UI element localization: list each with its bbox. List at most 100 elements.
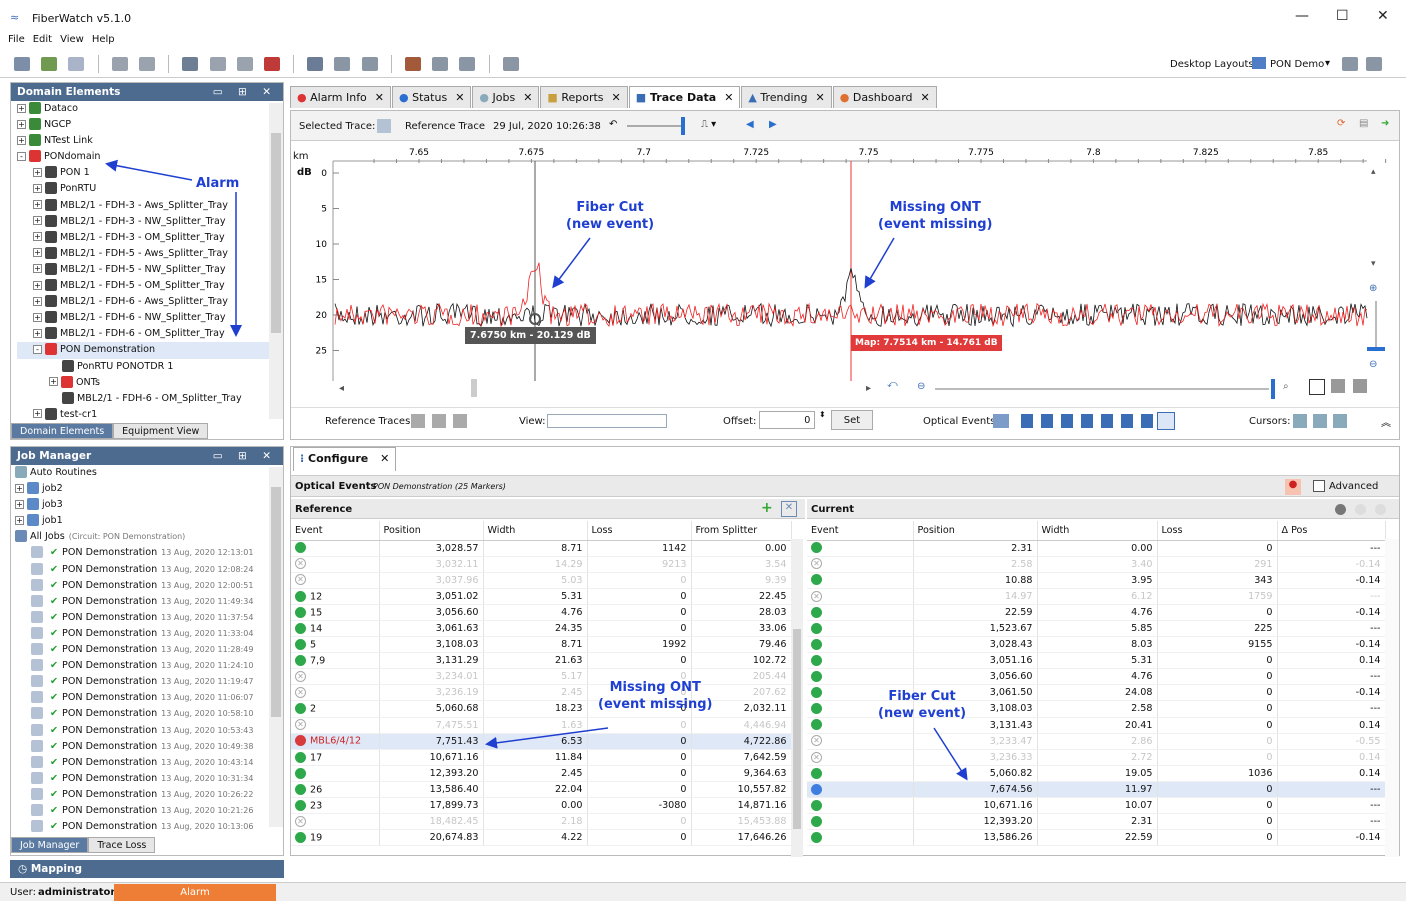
table-row[interactable]: 2 5,060.68 18.23 0 2,032.11 [291,700,792,718]
tab-domain-elements[interactable]: Domain Elements [11,423,114,439]
table-row[interactable]: 23 17,899.73 0.00 -3080 14,871.16 [291,797,792,815]
table-row[interactable]: 26 13,586.40 22.04 0 10,557.82 [291,781,792,799]
expand-icon[interactable]: + [17,135,26,145]
table-row[interactable]: 15 3,056.60 4.76 0 28.03 [291,604,792,621]
undo-icon[interactable]: ↶ [609,119,617,130]
tree-item[interactable]: + NTest Link [17,133,283,149]
set-button[interactable]: Set [831,410,873,430]
current-scrollbar[interactable] [1385,539,1399,857]
tree-scrollbar[interactable] [269,103,283,419]
column-header[interactable]: Event [807,521,914,541]
scroll-left-icon[interactable]: ◂ [339,383,344,394]
tab-job-manager[interactable]: Job Manager [11,837,89,853]
table-row[interactable]: 22.59 4.76 0 -0.14 [807,604,1386,621]
job-item[interactable]: + job3 [15,497,283,513]
horizontal-scroll-thumb[interactable] [471,379,477,397]
job-entry[interactable]: ✔ PON Demonstration 13 Aug, 2020 11:06:07 [15,690,283,706]
expand-icon[interactable]: - [17,151,26,161]
table-row[interactable]: ✕ 3,236.19 2.45 0 207.62 [291,684,792,702]
scroll-up-icon[interactable]: ▴ [1371,167,1376,177]
status-dot-light-2[interactable] [1375,504,1386,515]
table-row[interactable]: 10,671.16 10.07 0 --- [807,797,1386,815]
tree-item[interactable]: + PonRTU [17,181,283,197]
close-window-button[interactable]: ✕ [1377,8,1389,24]
redo-icon[interactable] [138,57,155,71]
trace-slider-thumb[interactable] [681,117,685,135]
table-row[interactable]: ✕ 3,234.01 5.17 0 205.44 [291,668,792,686]
job-entry[interactable]: ✔ PON Demonstration 13 Aug, 2020 10:13:06 [15,819,283,835]
offset-input[interactable] [759,411,815,429]
expand-icon[interactable]: + [33,296,42,306]
column-header[interactable]: Position [379,521,484,541]
cut-icon[interactable] [182,57,199,71]
tree-item[interactable]: + MBL2/1 - FDH-5 - Aws_Splitter_Tray [17,246,283,262]
auto-routines-item[interactable]: Auto Routines [15,465,283,481]
undo-icon[interactable] [111,57,128,71]
view-mode-buttons[interactable] [547,414,667,428]
expand-icon[interactable]: + [33,167,42,177]
search-icon[interactable]: ⌕ [1283,381,1289,392]
expand-icon[interactable]: + [33,264,42,274]
tree-item[interactable]: + MBL2/1 - FDH-6 - Aws_Splitter_Tray [17,294,283,310]
menu-help[interactable]: Help [92,34,115,45]
table-row[interactable]: 3,028.43 8.03 9155 -0.14 [807,636,1386,654]
tab-configure[interactable]: ⁝ Configure ✕ [293,447,397,471]
scroll-down-icon[interactable]: ▾ [1371,259,1376,269]
layout-save-icon[interactable] [1342,57,1358,71]
job-entry[interactable]: ✔ PON Demonstration 13 Aug, 2020 12:13:01 [15,545,283,561]
events-toggle-icon[interactable] [993,414,1009,428]
expand-icon[interactable]: + [33,280,42,290]
refresh-icon[interactable]: ⟳ [1337,118,1345,129]
table-row[interactable]: 3,051.16 5.31 0 0.14 [807,652,1386,670]
job-entry[interactable]: ✔ PON Demonstration 13 Aug, 2020 11:37:54 [15,610,283,626]
reference-scrollbar[interactable] [791,539,803,857]
table-row[interactable]: 12 3,051.02 5.31 0 22.45 [291,588,792,605]
column-header[interactable]: Width [483,521,588,541]
expand-icon[interactable]: + [33,312,42,322]
next-icon[interactable]: ▶ [769,119,777,130]
prev-icon[interactable]: ◀ [746,119,754,130]
collapse-icon[interactable]: ︽ [1381,414,1391,429]
tree-item[interactable]: - PONdomain [17,149,283,165]
tab-jobs[interactable]: ● Jobs ✕ [472,86,540,108]
vertical-zoom-thumb[interactable] [1367,347,1385,351]
table-row[interactable]: MBL6/4/12 7,751.43 6.53 0 4,722.86 [291,733,792,750]
minimize-button[interactable]: — [1295,8,1309,24]
job-item[interactable]: + job1 [15,513,283,529]
all-jobs-item[interactable]: All Jobs (Circuit: PON Demonstration) [15,529,283,545]
expand-icon[interactable]: + [17,103,26,113]
table-row[interactable]: 5,060.82 19.05 1036 0.14 [807,765,1386,782]
table-row[interactable]: 14 3,061.63 24.35 0 33.06 [291,620,792,638]
scroll-right-icon[interactable]: ▸ [866,383,871,394]
trace-slider[interactable] [627,125,682,127]
job-entry[interactable]: ✔ PON Demonstration 13 Aug, 2020 11:28:49 [15,642,283,658]
paste-icon[interactable] [236,57,253,71]
table-row[interactable]: 19 20,674.83 4.22 0 17,646.26 [291,829,792,847]
horizontal-zoom-slider[interactable] [935,388,1269,390]
job-entry[interactable]: ✔ PON Demonstration 13 Aug, 2020 11:24:10 [15,658,283,674]
expand-icon[interactable]: + [33,232,42,242]
job-entry[interactable]: ✔ PON Demonstration 13 Aug, 2020 10:43:14 [15,755,283,771]
export-icon[interactable]: ➜ [1381,118,1389,129]
selected-trace-value[interactable]: Reference Trace [405,121,485,132]
table-row[interactable]: 12,393.20 2.45 0 9,364.63 [291,765,792,782]
expand-icon[interactable]: + [33,409,42,419]
expand-icon[interactable]: + [33,183,42,193]
ref-trace-button-3[interactable] [453,414,467,428]
alarm-toggle-icon[interactable]: ● [1285,479,1301,495]
table-row[interactable]: 7,9 3,131.29 21.63 0 102.72 [291,652,792,670]
table-row[interactable]: 10.88 3.95 343 -0.14 [807,572,1386,589]
job-entry[interactable]: ✔ PON Demonstration 13 Aug, 2020 11:33:04 [15,626,283,642]
ref-trace-button-2[interactable] [432,414,446,428]
column-header[interactable]: Loss [1157,521,1278,541]
tree-item[interactable]: + MBL2/1 - FDH-5 - NW_Splitter_Tray [17,262,283,278]
status-dot-dark[interactable] [1335,504,1346,515]
table-row[interactable]: 3,028.57 8.71 1142 0.00 [291,540,792,557]
job-entry[interactable]: ✔ PON Demonstration 13 Aug, 2020 12:00:51 [15,578,283,594]
table-row[interactable]: ✕ 14.97 6.12 1759 --- [807,588,1386,605]
job-entry[interactable]: ✔ PON Demonstration 13 Aug, 2020 11:19:47 [15,674,283,690]
step-icon[interactable]: ⎍ ▾ [701,119,716,130]
desktop-layout-select[interactable]: PON Demo [1270,59,1324,70]
tree-item[interactable]: + NGCP [17,117,283,133]
tree-item[interactable]: + MBL2/1 - FDH-6 - OM_Splitter_Tray [17,326,283,342]
